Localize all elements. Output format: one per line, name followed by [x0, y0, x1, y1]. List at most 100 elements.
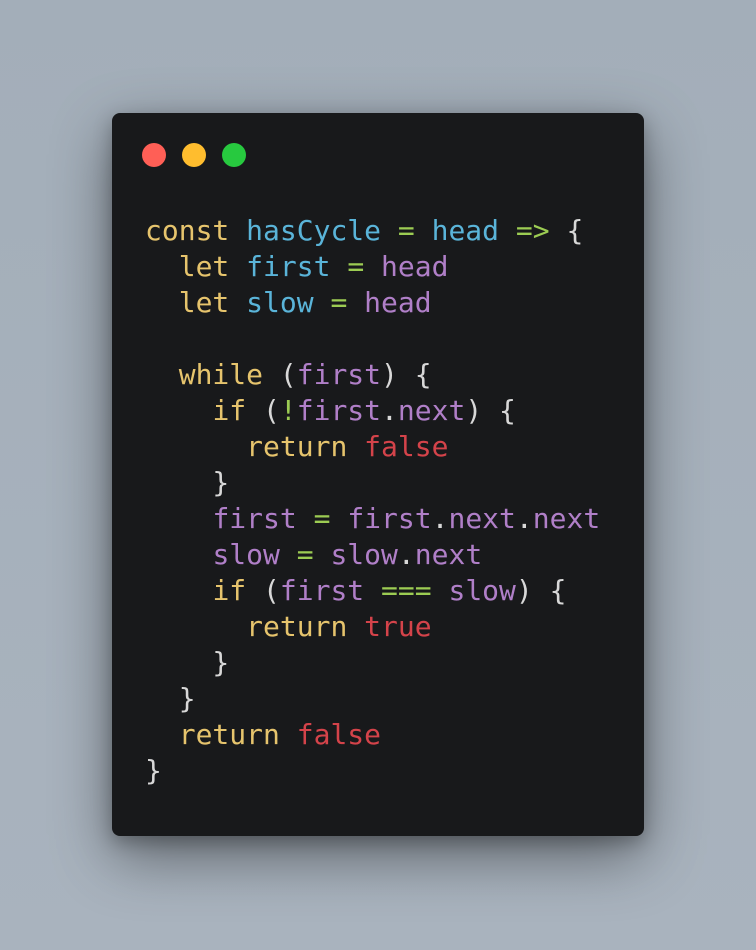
code-token: ) { — [465, 394, 516, 427]
code-line: while (first) { — [145, 357, 600, 393]
code-line: return false — [145, 429, 600, 465]
code-token: if — [212, 574, 247, 607]
code-line: let first = head — [145, 249, 600, 285]
code-token: = — [330, 286, 348, 319]
minimize-button[interactable] — [182, 143, 206, 167]
code-token: ( — [246, 394, 280, 427]
code-token: slow — [246, 286, 314, 319]
code-line: const hasCycle = head => { — [145, 213, 600, 249]
code-token: first — [212, 502, 297, 535]
code-token: slow — [448, 574, 516, 607]
code-token: = — [397, 214, 415, 247]
window-controls — [142, 143, 246, 167]
code-token: . — [515, 502, 533, 535]
code-window: const hasCycle = head => { let first = h… — [112, 113, 644, 836]
code-token: ( — [263, 358, 297, 391]
code-token: head — [381, 250, 449, 283]
code-token: = — [347, 250, 365, 283]
code-line: return false — [145, 717, 600, 753]
code-token: . — [397, 538, 415, 571]
code-token: first — [347, 502, 432, 535]
code-token: = — [296, 538, 314, 571]
code-token: const — [145, 214, 230, 247]
code-token: next — [397, 394, 466, 427]
code-token: slow — [212, 538, 280, 571]
code-token: first — [296, 358, 382, 391]
code-token: next — [414, 538, 483, 571]
code-block: const hasCycle = head => { let first = h… — [145, 213, 600, 789]
code-token: } — [145, 466, 230, 499]
code-line: return true — [145, 609, 600, 645]
code-line: } — [145, 753, 600, 789]
code-token: first — [279, 574, 365, 607]
code-line: let slow = head — [145, 285, 600, 321]
code-token: true — [364, 610, 432, 643]
code-token: hasCycle — [246, 214, 382, 247]
code-token: next — [448, 502, 516, 535]
code-token: slow — [330, 538, 398, 571]
code-token: false — [364, 430, 449, 463]
code-token: first — [296, 394, 382, 427]
code-token: . — [431, 502, 449, 535]
code-token: while — [178, 358, 264, 391]
code-line: } — [145, 645, 600, 681]
code-token: ) { — [381, 358, 432, 391]
maximize-button[interactable] — [222, 143, 246, 167]
code-token: { — [549, 214, 584, 247]
code-token: } — [145, 646, 230, 679]
code-token: first — [246, 250, 331, 283]
code-token: ( — [246, 574, 280, 607]
close-button[interactable] — [142, 143, 166, 167]
code-token: } — [145, 682, 196, 715]
code-token: head — [364, 286, 432, 319]
code-line: slow = slow.next — [145, 537, 600, 573]
code-token: . — [381, 394, 398, 427]
code-token: next — [532, 502, 601, 535]
code-token: return — [246, 610, 348, 643]
code-line: if (!first.next) { — [145, 393, 600, 429]
code-token: === — [381, 574, 432, 607]
code-token: return — [178, 718, 280, 751]
code-token: = — [313, 502, 331, 535]
code-token: return — [246, 430, 348, 463]
code-token: let — [178, 286, 230, 319]
code-line: first = first.next.next — [145, 501, 600, 537]
code-token: ) { — [515, 574, 567, 607]
code-token: } — [145, 754, 162, 787]
code-line: } — [145, 681, 600, 717]
code-token: let — [178, 250, 230, 283]
code-token: head — [431, 214, 500, 247]
code-token: => — [515, 214, 550, 247]
code-line: } — [145, 465, 600, 501]
code-line: if (first === slow) { — [145, 573, 600, 609]
code-token: ! — [279, 394, 297, 427]
